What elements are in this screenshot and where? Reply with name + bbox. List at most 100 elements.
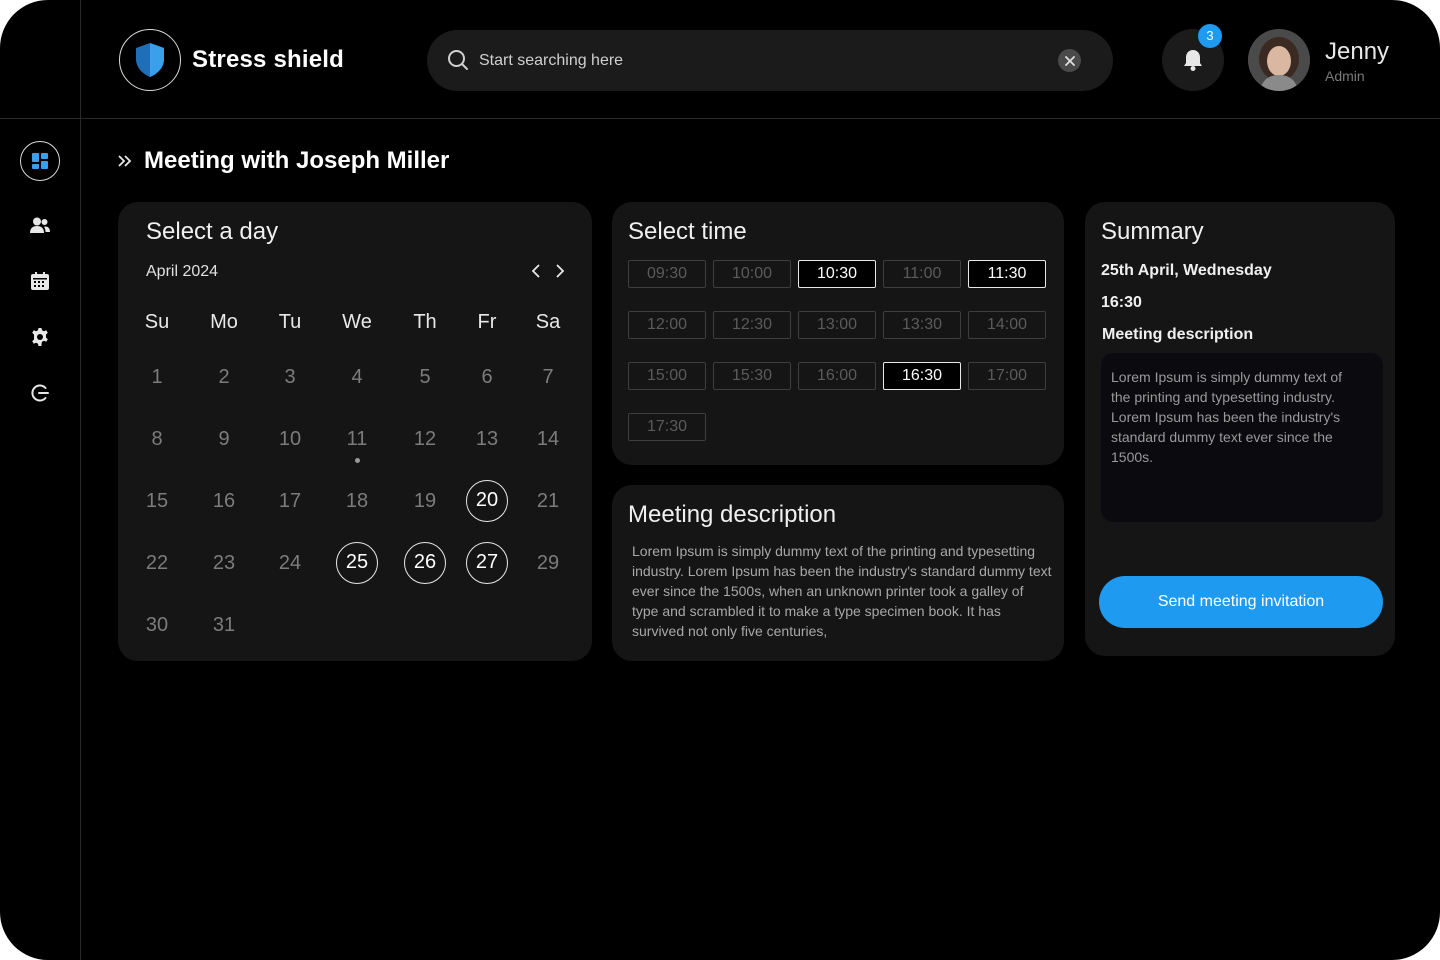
app-title: Stress shield: [192, 46, 345, 73]
weekday-label: Su: [144, 311, 170, 333]
time-picker-card: Select time 09:30 10:00 10:30 11:00 11:30 12:…: [612, 202, 1064, 465]
time-slot[interactable]: 11:00: [883, 260, 961, 288]
next-month-button[interactable]: [552, 262, 568, 280]
time-slot[interactable]: 16:30: [883, 362, 961, 390]
calendar-day[interactable]: 9: [203, 418, 245, 460]
user-photo-icon: [1248, 29, 1310, 91]
calendar-day[interactable]: 8: [136, 418, 178, 460]
calendar-day[interactable]: 22: [136, 542, 178, 584]
calendar-day[interactable]: 21: [527, 480, 569, 522]
summary-date: 25th April, Wednesday: [1101, 262, 1272, 279]
calendar-day[interactable]: 10: [269, 418, 311, 460]
calendar-day[interactable]: 1: [136, 356, 178, 398]
user-name: Jenny: [1325, 38, 1390, 65]
header-divider: [0, 118, 1440, 119]
time-slot[interactable]: 15:00: [628, 362, 706, 390]
summary-card: Summary 25th April, Wednesday 16:30 Meet…: [1085, 202, 1395, 656]
weekday-label: Fr: [477, 311, 497, 333]
time-slot[interactable]: 17:00: [968, 362, 1046, 390]
description-title: Meeting description: [628, 501, 837, 528]
summary-title: Summary: [1101, 218, 1204, 245]
calendar-day[interactable]: 13: [466, 418, 508, 460]
weekday-label: Tu: [278, 311, 302, 333]
avatar[interactable]: [1248, 29, 1310, 91]
search-bar[interactable]: [427, 30, 1113, 91]
time-slot[interactable]: 12:00: [628, 311, 706, 339]
calendar-day[interactable]: 12: [404, 418, 446, 460]
calendar-day[interactable]: 17: [269, 480, 311, 522]
weekday-label: Mo: [210, 311, 238, 333]
logo: [119, 29, 181, 91]
calendar-day[interactable]: 2: [203, 356, 245, 398]
weekday-label: Th: [413, 311, 437, 333]
time-slot[interactable]: 12:30: [713, 311, 791, 339]
send-invitation-button[interactable]: Send meeting invitation: [1099, 576, 1383, 628]
description-text: Lorem Ipsum is simply dummy text of the …: [632, 543, 1052, 639]
clear-search-button[interactable]: [1058, 49, 1081, 72]
day-picker-card: Select a day April 2024 Su Mo Tu We Th Fr Sa 1…: [118, 202, 592, 661]
calendar-day[interactable]: 18: [336, 480, 378, 522]
sidebar-divider: [80, 0, 81, 960]
search-icon: [448, 50, 468, 70]
sidebar-item-calendar[interactable]: [20, 261, 60, 301]
search-input[interactable]: [479, 48, 1039, 74]
time-slot[interactable]: 10:30: [798, 260, 876, 288]
time-picker-title: Select time: [628, 218, 747, 245]
time-slot[interactable]: 15:30: [713, 362, 791, 390]
calendar-day[interactable]: 6: [466, 356, 508, 398]
time-slot[interactable]: 09:30: [628, 260, 706, 288]
time-slot[interactable]: 13:30: [883, 311, 961, 339]
user-role: Admin: [1325, 68, 1365, 84]
calendar-day[interactable]: 26: [404, 542, 446, 584]
sidebar-item-logout[interactable]: [20, 373, 60, 413]
summary-description-box[interactable]: Lorem Ipsum is simply dummy text of the …: [1101, 353, 1383, 522]
calendar-day[interactable]: 23: [203, 542, 245, 584]
time-slot[interactable]: 17:30: [628, 413, 706, 441]
summary-time: 16:30: [1101, 294, 1142, 311]
shield-icon: [136, 43, 164, 77]
calendar-icon: [31, 272, 49, 290]
calendar-day[interactable]: 5: [404, 356, 446, 398]
month-label: April 2024: [146, 263, 219, 280]
calendar-day[interactable]: 19: [404, 480, 446, 522]
calendar-day[interactable]: 7: [527, 356, 569, 398]
dashboard-icon: [32, 153, 48, 169]
calendar-day[interactable]: 15: [136, 480, 178, 522]
calendar-day[interactable]: 27: [466, 542, 508, 584]
weekday-label: We: [342, 311, 372, 333]
sidebar-item-dashboard[interactable]: [20, 141, 60, 181]
logout-icon: [31, 384, 49, 402]
page-title: Meeting with Joseph Miller: [144, 147, 450, 174]
calendar-day[interactable]: 4: [336, 356, 378, 398]
bell-icon: [1184, 50, 1202, 71]
gear-icon: [32, 328, 48, 346]
calendar-day[interactable]: 14: [527, 418, 569, 460]
calendar-day[interactable]: 20: [466, 480, 508, 522]
calendar-day[interactable]: 31: [203, 604, 245, 646]
time-slot[interactable]: 13:00: [798, 311, 876, 339]
prev-month-button[interactable]: [528, 262, 544, 280]
notification-count-badge: 3: [1198, 24, 1222, 48]
app-frame: Stress shield 3 Jenny Admin: [0, 0, 1440, 960]
time-slot[interactable]: 11:30: [968, 260, 1046, 288]
time-slot[interactable]: 10:00: [713, 260, 791, 288]
calendar-day[interactable]: 3: [269, 356, 311, 398]
chevron-right-icon: [556, 264, 565, 278]
event-dot: [355, 458, 360, 463]
time-slot[interactable]: 16:00: [798, 362, 876, 390]
calendar-day[interactable]: 24: [269, 542, 311, 584]
calendar-day[interactable]: 29: [527, 542, 569, 584]
summary-description-label: Meeting description: [1102, 326, 1254, 343]
weekday-label: Sa: [535, 311, 561, 333]
close-icon: [1064, 55, 1075, 66]
calendar-day[interactable]: 11: [336, 418, 378, 463]
calendar-day[interactable]: 16: [203, 480, 245, 522]
sidebar-item-settings[interactable]: [20, 317, 60, 357]
calendar-day[interactable]: 30: [136, 604, 178, 646]
users-icon: [30, 217, 50, 233]
sidebar-item-users[interactable]: [20, 205, 60, 245]
double-chevron-right-icon: [118, 155, 132, 167]
calendar-day[interactable]: 25: [336, 542, 378, 584]
time-slot[interactable]: 14:00: [968, 311, 1046, 339]
day-picker-title: Select a day: [146, 218, 279, 245]
